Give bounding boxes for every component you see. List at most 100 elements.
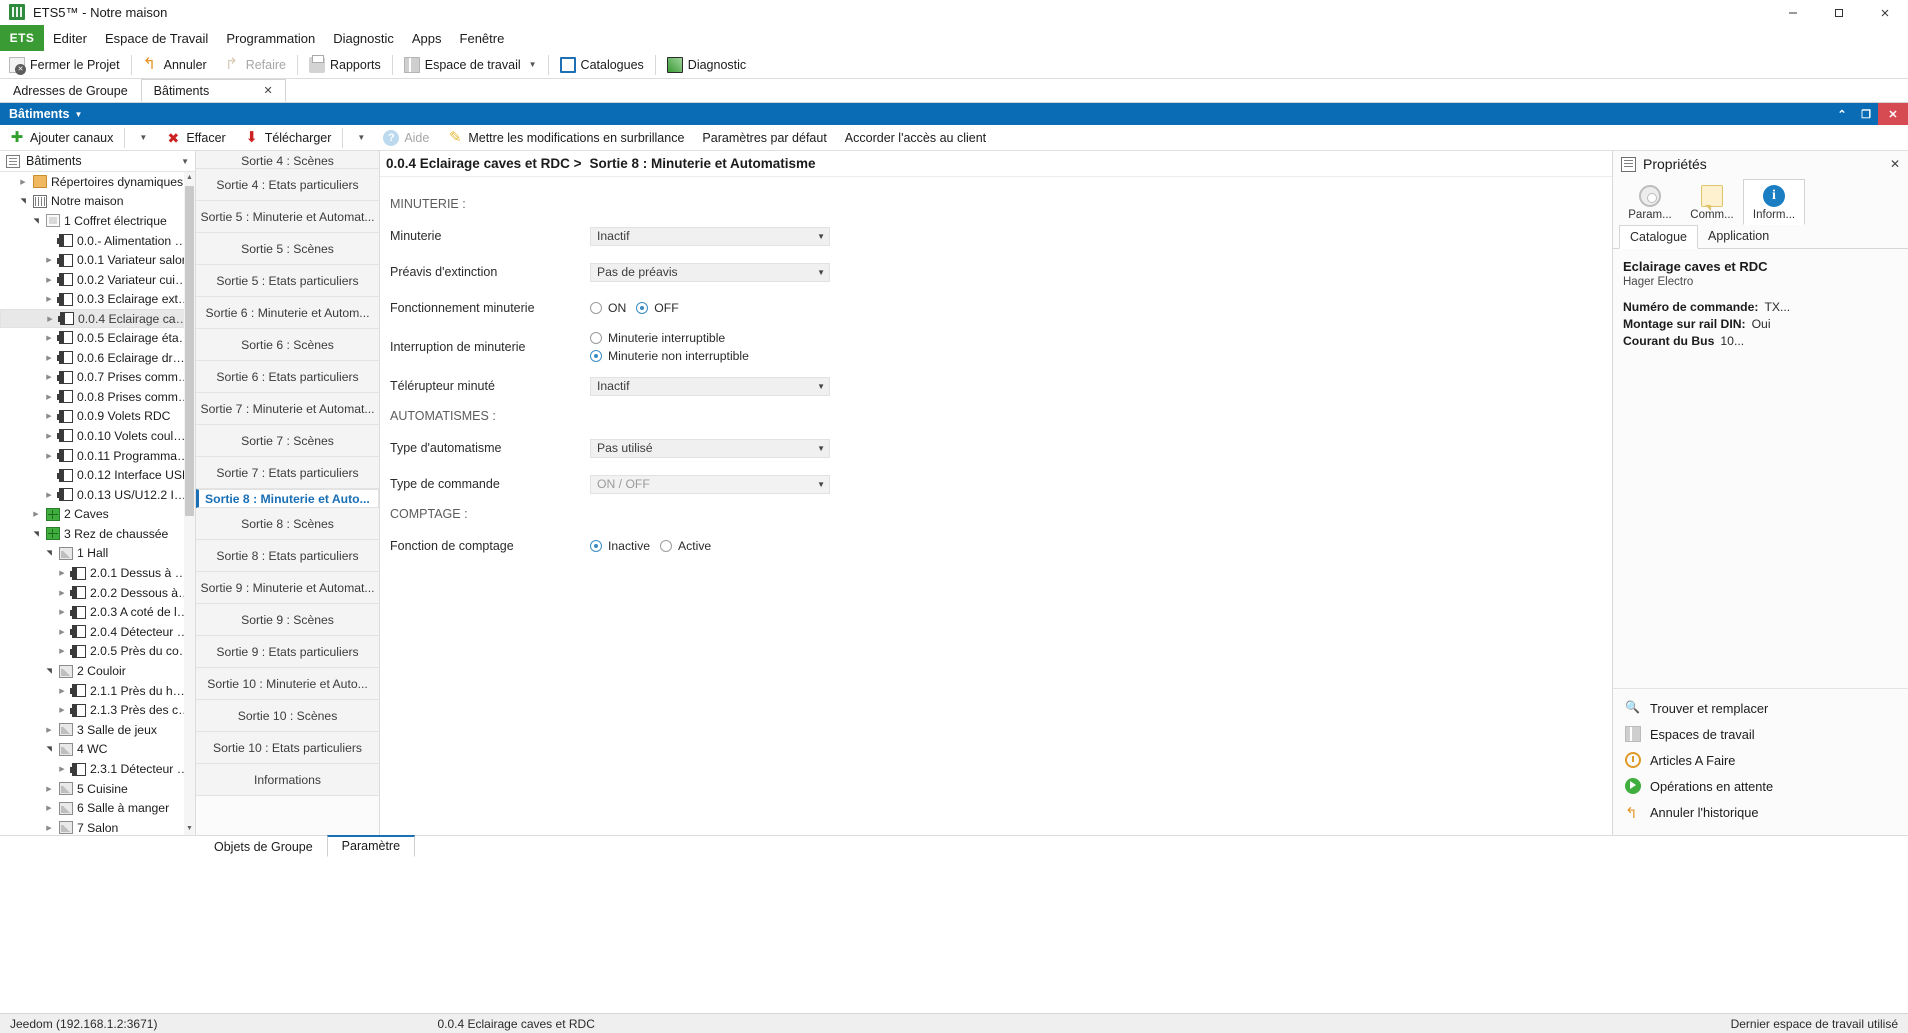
list-item[interactable]: Sortie 5 : Etats particuliers [196,265,379,297]
tree-list[interactable]: ▶ Répertoires dynamiques ◢ Notre maison ◢ 1 C… [0,172,195,835]
expand-arrow-icon[interactable]: ▶ [43,295,55,303]
list-item[interactable]: Sortie 9 : Etats particuliers [196,636,379,668]
expand-arrow-icon[interactable]: ▶ [43,354,55,362]
radio-checked-icon[interactable] [590,350,602,362]
tree-node[interactable]: ▶ 2.0.2 Dessous à coté de la p... [0,583,195,603]
pane-restore-button[interactable]: ❐ [1854,103,1878,125]
link-trouver-et-remplacer[interactable]: Trouver et remplacer [1613,695,1908,721]
scrollbar-thumb[interactable] [185,186,194,516]
tree-node[interactable]: ▶ 0.0.1 Variateur salon [0,250,195,270]
expand-arrow-icon[interactable]: ▶ [43,432,55,440]
help-button[interactable]: Aide [374,124,438,152]
tree-node[interactable]: ▶ 0.0.11 Programmateur hebdo... [0,446,195,466]
highlight-changes-button[interactable]: Mettre les modifications en surbrillance [438,124,693,152]
toolbar-workspace[interactable]: Espace de travail ▼ [395,51,546,79]
list-item[interactable]: Sortie 6 : Etats particuliers [196,361,379,393]
tree-node[interactable]: ▶ 2.1.1 Près du hall 2 boutons... [0,681,195,701]
list-item[interactable]: Informations [196,764,379,796]
list-item-selected[interactable]: Sortie 8 : Minuterie et Auto... [196,489,379,508]
delete-button[interactable]: Effacer [156,124,234,152]
menu-item-diagnostic[interactable]: Diagnostic [324,25,403,51]
channel-list-panel[interactable]: Sortie 4 : Scènes Sortie 4 : Etats parti… [196,151,380,835]
tab-adresses-de-groupe[interactable]: Adresses de Groupe [0,79,141,102]
tree-node[interactable]: ▶ 2.0.4 Détecteur à coté de la... [0,622,195,642]
chevron-down-icon[interactable]: ▼ [817,382,825,391]
menu-item-espace-de-travail[interactable]: Espace de Travail [96,25,217,51]
tab-parametres[interactable]: Param... [1619,179,1681,225]
add-channels-dropdown[interactable]: ▼ [127,124,156,152]
tree-node[interactable]: ▶ 2.3.1 Détecteur WC Interrup... [0,759,195,779]
tree-node[interactable]: ▶ 0.0.6 Eclairage dressing, port... [0,348,195,368]
radio-option[interactable]: Inactive [590,539,650,553]
tree-node[interactable]: ▶ 6 Salle à manger [0,798,195,818]
list-item[interactable]: Sortie 9 : Scènes [196,604,379,636]
default-parameters-button[interactable]: Paramètres par défaut [693,124,835,152]
channel-list-items[interactable]: Sortie 4 : Etats particuliers Sortie 5 : … [196,169,379,796]
radio-unchecked-icon[interactable] [660,540,673,552]
tab-close-icon[interactable]: ✕ [263,84,272,97]
toolbar-close-project[interactable]: Fermer le Projet [0,51,129,79]
tree-node[interactable]: ▶ 2 Caves [0,505,195,525]
chevron-down-icon[interactable]: ▼ [817,480,825,489]
menu-item-editer[interactable]: Editer [44,25,96,51]
radio-option[interactable]: OFF [636,301,679,315]
radio-option[interactable]: Minuterie non interruptible [590,349,749,363]
list-item[interactable]: Sortie 5 : Scènes [196,233,379,265]
radio-option[interactable]: ON [590,301,626,315]
tree-node[interactable]: ▶ 0.0.3 Eclairage extérieur et ca... [0,290,195,310]
tree-node[interactable]: ◢ 4 WC [0,740,195,760]
expand-arrow-icon[interactable]: ▶ [56,706,68,714]
expand-arrow-icon[interactable]: ▶ [44,315,56,323]
collapse-arrow-icon[interactable]: ◢ [45,665,53,677]
tree-node[interactable]: ▶ 2.0.3 A coté de la porte du s... [0,602,195,622]
expand-arrow-icon[interactable]: ▶ [30,510,42,518]
chevron-down-icon[interactable]: ▼ [529,60,537,69]
expand-arrow-icon[interactable]: ▶ [43,824,55,832]
menu-item-fenetre[interactable]: Fenêtre [451,25,514,51]
list-item[interactable]: Sortie 5 : Minuterie et Automat... [196,201,379,233]
tree-node[interactable]: ▶ Répertoires dynamiques [0,172,195,192]
tree-node[interactable]: ▶ 0.0.10 Volets couloir et étage [0,426,195,446]
scroll-up-arrow[interactable]: ▲ [184,172,195,184]
expand-arrow-icon[interactable]: ▶ [56,687,68,695]
tab-informations[interactable]: i Inform... [1743,179,1805,225]
select-type-d-automatisme[interactable]: Pas utilisé ▼ [590,438,830,458]
toolbar-redo[interactable]: Refaire [216,51,295,79]
expand-arrow-icon[interactable]: ▶ [43,276,55,284]
collapse-arrow-icon[interactable]: ◢ [45,743,53,755]
list-item[interactable]: Sortie 9 : Minuterie et Automat... [196,572,379,604]
tree-node[interactable]: ▶ 7 Salon [0,818,195,835]
list-item[interactable]: Sortie 7 : Etats particuliers [196,457,379,489]
tree-node[interactable]: ◢ 1 Hall [0,544,195,564]
expand-arrow-icon[interactable]: ▶ [43,393,55,401]
expand-arrow-icon[interactable]: ▶ [43,373,55,381]
list-item[interactable]: Sortie 6 : Scènes [196,329,379,361]
add-channels-button[interactable]: Ajouter canaux [0,124,122,152]
collapse-arrow-icon[interactable]: ◢ [45,547,53,559]
expand-arrow-icon[interactable]: ▶ [56,608,68,616]
tree-node[interactable]: ◢ 2 Couloir [0,661,195,681]
menu-item-programmation[interactable]: Programmation [217,25,324,51]
tree-node[interactable]: ▶ 0.0.8 Prises commandées (RD... [0,387,195,407]
select-pr-avis-d-extinction[interactable]: Pas de préavis ▼ [590,262,830,282]
radio-option[interactable]: Active [660,539,711,553]
tab-objets-de-groupe[interactable]: Objets de Groupe [200,838,327,857]
list-item[interactable]: Sortie 6 : Minuterie et Autom... [196,297,379,329]
list-item[interactable]: Sortie 7 : Minuterie et Automat... [196,393,379,425]
expand-arrow-icon[interactable]: ▶ [43,256,55,264]
download-dropdown[interactable]: ▼ [345,124,374,152]
tab-batiments[interactable]: Bâtiments ✕ [140,79,286,102]
expand-arrow-icon[interactable]: ▶ [56,647,68,655]
select-minuterie[interactable]: Inactif ▼ [590,226,830,246]
download-button[interactable]: Télécharger [235,124,341,152]
scroll-down-arrow[interactable]: ▼ [184,823,195,835]
collapse-arrow-icon[interactable]: ◢ [32,215,40,227]
tree-node[interactable]: ▶ 2.0.1 Dessus à coté de la po... [0,563,195,583]
tree-node[interactable]: ◢ 3 Rez de chaussée [0,524,195,544]
expand-arrow-icon[interactable]: ▶ [56,569,68,577]
toolbar-diagnostic[interactable]: Diagnostic [658,51,755,79]
list-item[interactable]: Sortie 4 : Etats particuliers [196,169,379,201]
menu-item-apps[interactable]: Apps [403,25,451,51]
tree-node[interactable]: ▶ 0.0.2 Variateur cuisine, chamb... [0,270,195,290]
chevron-down-icon[interactable]: ▼ [817,268,825,277]
